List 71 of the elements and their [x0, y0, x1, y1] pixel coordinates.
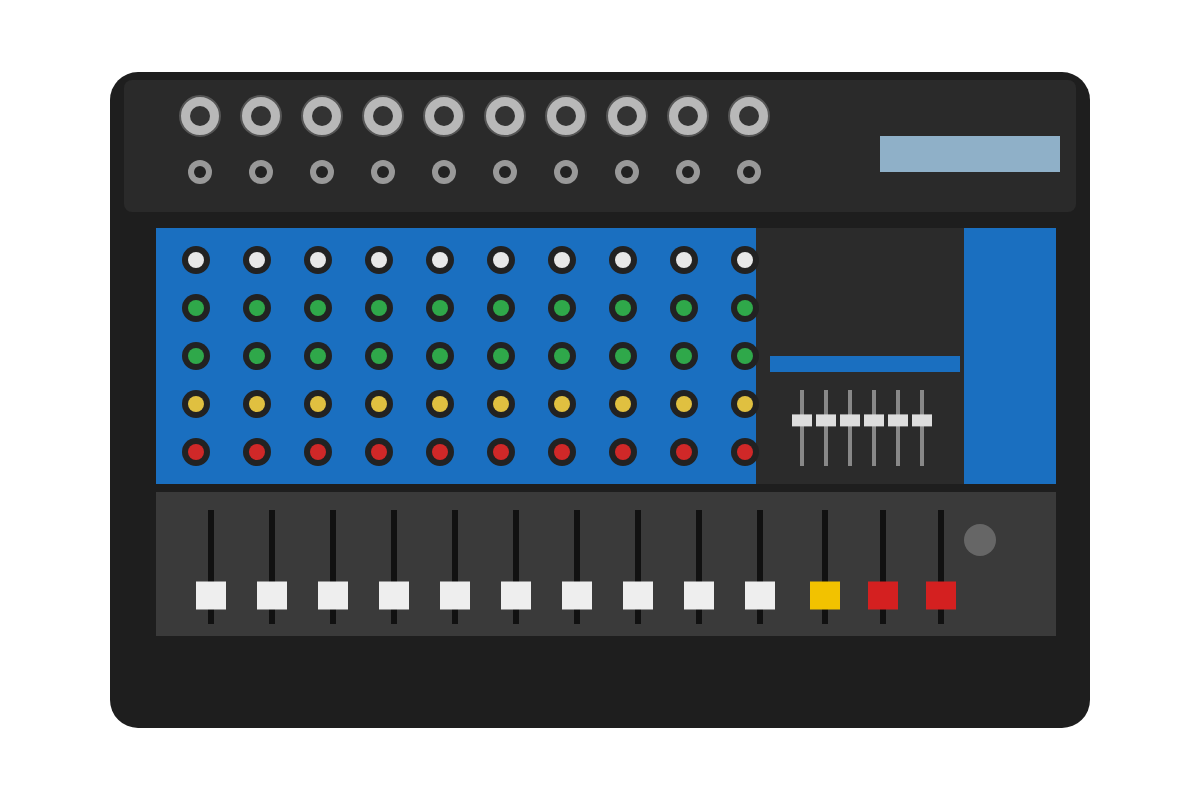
knob	[670, 438, 698, 466]
knob	[548, 246, 576, 274]
xlr-jack	[728, 95, 770, 137]
xlr-jack	[362, 95, 404, 137]
line-jack	[310, 160, 334, 184]
knob	[304, 342, 332, 370]
knob	[670, 342, 698, 370]
knob	[609, 390, 637, 418]
line-jack	[554, 160, 578, 184]
knob	[548, 390, 576, 418]
line-jack	[188, 160, 212, 184]
xlr-jack	[667, 95, 709, 137]
knob	[304, 294, 332, 322]
line-jack	[737, 160, 761, 184]
knob	[243, 438, 271, 466]
knob	[426, 246, 454, 274]
xlr-jack	[301, 95, 343, 137]
knob	[609, 438, 637, 466]
line-jack	[615, 160, 639, 184]
knob	[426, 294, 454, 322]
knob	[609, 246, 637, 274]
knob	[243, 294, 271, 322]
knob	[487, 294, 515, 322]
knob	[426, 390, 454, 418]
knob	[670, 390, 698, 418]
xlr-jack	[545, 95, 587, 137]
knob	[548, 294, 576, 322]
knob	[243, 390, 271, 418]
knob	[487, 390, 515, 418]
knob	[731, 246, 759, 274]
knob	[487, 438, 515, 466]
knob	[670, 294, 698, 322]
knob	[487, 342, 515, 370]
knob	[365, 294, 393, 322]
xlr-jack	[240, 95, 282, 137]
xlr-jack	[484, 95, 526, 137]
knob	[731, 390, 759, 418]
knob	[304, 390, 332, 418]
line-jack	[676, 160, 700, 184]
knob	[548, 342, 576, 370]
knob	[731, 438, 759, 466]
knob	[731, 294, 759, 322]
knob	[609, 294, 637, 322]
knob	[304, 246, 332, 274]
line-jack	[493, 160, 517, 184]
xlr-jack	[606, 95, 648, 137]
line-jack	[432, 160, 456, 184]
knob	[365, 438, 393, 466]
knob	[182, 342, 210, 370]
knob	[182, 246, 210, 274]
knob	[365, 342, 393, 370]
knob	[548, 438, 576, 466]
knob	[182, 294, 210, 322]
knob	[182, 390, 210, 418]
knob	[304, 438, 332, 466]
knob	[426, 438, 454, 466]
knob	[365, 390, 393, 418]
knob	[182, 438, 210, 466]
knob	[243, 342, 271, 370]
knob	[731, 342, 759, 370]
xlr-jack	[179, 95, 221, 137]
knob	[426, 342, 454, 370]
knob	[670, 246, 698, 274]
knob	[487, 246, 515, 274]
knob	[609, 342, 637, 370]
knob	[365, 246, 393, 274]
knob	[243, 246, 271, 274]
line-jack	[249, 160, 273, 184]
headphone-jack	[964, 524, 996, 556]
xlr-jack	[423, 95, 465, 137]
line-jack	[371, 160, 395, 184]
